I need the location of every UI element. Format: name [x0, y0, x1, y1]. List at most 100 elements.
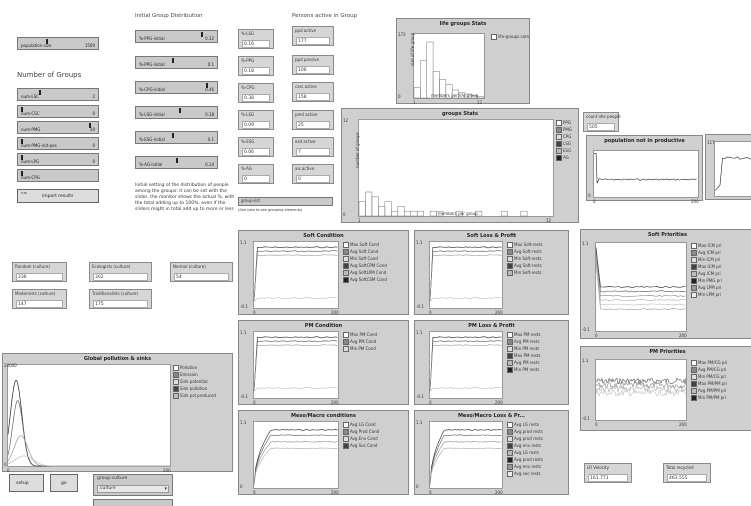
- x-min-label: 0: [253, 310, 256, 315]
- legend-swatch: [691, 380, 697, 387]
- legend-swatch: [691, 359, 697, 366]
- histogram-bar: [404, 210, 411, 217]
- legend-item: Avg SoftLPM Cond: [343, 269, 387, 276]
- plot-legend: Pollution Emission Sink potential Sink poll…: [173, 364, 216, 399]
- monitor-value: 161.771: [588, 474, 628, 482]
- legend-label: CPG: [563, 134, 572, 139]
- legend-swatch: [507, 338, 513, 345]
- legend-label: Min PM Cond: [350, 346, 376, 351]
- legend-swatch: [691, 394, 697, 401]
- slider--lsg-initial[interactable]: %-LSG-initial 0.18: [135, 106, 218, 119]
- legend-label: ESG: [563, 148, 572, 153]
- histogram-bar: [378, 206, 386, 217]
- slider-num-pmg-init-pos[interactable]: num-PMG-init-pos 0: [17, 137, 99, 150]
- plot-right-partial: 117: [705, 134, 751, 200]
- y-max-label: 12: [343, 118, 349, 123]
- legend-label: Avg soc rests: [514, 471, 541, 476]
- import-results-button[interactable]: run import results: [17, 189, 99, 203]
- x-min-label: 0: [595, 422, 598, 427]
- legend-label: Max ICM pri: [698, 264, 722, 269]
- slider-handle[interactable]: [201, 32, 203, 37]
- y-max-label: 1.1: [240, 330, 247, 335]
- legend-item: Sink pollution: [173, 385, 216, 392]
- legend-swatch: [173, 371, 179, 378]
- legend-label: Avg Soc Cond: [350, 443, 378, 448]
- slider-value: 1500: [84, 43, 95, 48]
- legend-item: Min Soft-rests: [507, 255, 543, 262]
- legend-swatch: [343, 442, 349, 449]
- histogram-bar: [365, 191, 373, 217]
- go-button[interactable]: go: [50, 474, 78, 492]
- slider-num-pmg[interactable]: num-PMG 30: [17, 121, 99, 134]
- legend-label: Max PM rests: [514, 353, 541, 358]
- import-results-label: import results: [42, 194, 74, 199]
- x-max-label: 200: [679, 333, 687, 338]
- legend-item: life-groups.com: [491, 33, 529, 40]
- series-line: [7, 400, 170, 467]
- x-max-label: 200: [495, 490, 503, 495]
- slider--ag-initial[interactable]: %-AG-initial 0.14: [135, 156, 218, 169]
- legend-swatch: [343, 428, 349, 435]
- monitor-value: 177: [296, 37, 330, 45]
- setup-label: setup: [16, 481, 29, 486]
- slider--ppg-initial[interactable]: %-PPG-initial 0.32: [135, 30, 218, 43]
- slider--ppg-initial[interactable]: %-PPG-initial 0.1: [135, 56, 218, 69]
- slider-num-cpg[interactable]: num-CPG: [17, 169, 99, 182]
- number-of-groups-heading: Number of Groups: [17, 71, 82, 79]
- slider-handle[interactable]: [172, 133, 174, 138]
- legend-item: Avg PM/PM pri: [691, 387, 727, 394]
- monitor-modernists-culture-: Modernists (culture) 147: [12, 289, 67, 309]
- legend-item: Min Soft-rests: [507, 269, 543, 276]
- slider-num-lsc[interactable]: num-LSC 2: [17, 88, 99, 101]
- slider-handle[interactable]: [39, 90, 41, 95]
- monitor-esd-active: esd active 7: [292, 137, 334, 157]
- distribution-note: Initial setting of the distribution of p…: [135, 183, 235, 212]
- slider-population-size[interactable]: population-size 1500: [17, 37, 99, 50]
- plot-area: [595, 359, 687, 421]
- group-list-widget[interactable]: group-list (See note to see grouping ele…: [238, 197, 333, 217]
- legend-swatch: [507, 428, 513, 435]
- culture-chooser[interactable]: group-culture culture ▾: [93, 474, 173, 496]
- plot-legend: Max PM Cond Avg PM Cond Min PM Cond: [343, 331, 377, 352]
- monitor-value: 0.18: [242, 67, 270, 75]
- plot-global-pollution: Global pollution & sinks 20000 0 0 200 Pollut…: [2, 353, 233, 473]
- group-list-field[interactable]: group-list: [238, 197, 333, 206]
- setup-button[interactable]: setup: [9, 474, 44, 492]
- monitor-label: %-ESG: [241, 139, 255, 144]
- slider--esg-initial[interactable]: %-ESG-initial 0.1: [135, 131, 218, 144]
- legend-item: Min PM/CG pri: [691, 373, 727, 380]
- legend-swatch: [343, 262, 349, 269]
- histogram-bar: [501, 210, 508, 217]
- legend-label: Max PM Cond: [350, 332, 377, 337]
- legend-item: PMG: [556, 126, 572, 133]
- slider-value: 2: [92, 94, 95, 99]
- legend-label: life-groups.com: [498, 34, 530, 39]
- slider-handle[interactable]: [176, 158, 178, 163]
- x-min-label: 1: [413, 100, 416, 105]
- legend-label: Avg env rests: [514, 443, 542, 448]
- y-min-label: -0.1: [240, 394, 248, 399]
- monitor--esg: %-ESG 0.06: [238, 137, 274, 157]
- histogram-bar: [420, 60, 427, 99]
- plot-title: PM Loss & Profit: [468, 323, 515, 329]
- legend-swatch: [691, 366, 697, 373]
- y-axis-label: size of life group: [410, 32, 415, 66]
- slider-num-lpg[interactable]: num-LPG 0: [17, 153, 99, 166]
- legend-swatch: [507, 435, 513, 442]
- plot-title: Meso/Macro Loss & Pr...: [457, 413, 526, 419]
- plot-title: Soft Loss & Profit: [466, 233, 517, 239]
- slider-num-csc[interactable]: num-CSC 0: [17, 105, 99, 118]
- x-max-label: 200: [691, 199, 699, 204]
- legend-label: Avg SoftLPM Cond: [350, 270, 387, 275]
- plot-population-not-productive: population not in productive 0 0 200: [586, 135, 703, 204]
- slider--cpg-initial[interactable]: %-CPG-initial 0.46: [135, 81, 218, 94]
- series-line: [595, 256, 686, 302]
- slider-handle[interactable]: [179, 108, 181, 113]
- monitor-label: %-LSG: [241, 31, 255, 36]
- legend-swatch: [507, 421, 513, 428]
- slider-handle[interactable]: [172, 58, 174, 63]
- monitor-value: 147: [16, 300, 63, 308]
- plot-title: PM Priorities: [649, 349, 686, 355]
- plot-area: [429, 421, 503, 489]
- monitor-value: 302: [93, 273, 148, 281]
